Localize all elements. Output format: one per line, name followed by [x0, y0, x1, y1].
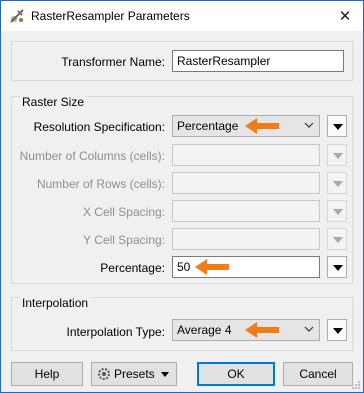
- ok-button[interactable]: OK: [197, 362, 275, 386]
- triangle-down-icon: [333, 328, 343, 334]
- triangle-down-icon: [333, 153, 343, 159]
- raster-size-group-title: Raster Size: [20, 95, 87, 109]
- interpolation-type-menu-button[interactable]: [327, 319, 347, 341]
- y-cell-spacing-input[interactable]: [172, 228, 320, 250]
- annotation-arrow-icon: [245, 322, 279, 338]
- x-cell-spacing-input[interactable]: [172, 200, 320, 222]
- gear-icon: [98, 368, 110, 380]
- presets-button[interactable]: Presets: [91, 362, 177, 386]
- y-cell-spacing-menu-button[interactable]: [327, 228, 347, 250]
- presets-label: Presets: [114, 367, 155, 381]
- triangle-down-icon: [160, 371, 169, 377]
- percentage-label: Percentage:: [100, 261, 165, 275]
- transformer-name-label: Transformer Name:: [61, 55, 165, 69]
- resolution-specification-value: Percentage: [177, 119, 239, 133]
- dialog-window: RasterResampler Parameters ✕ Transformer…: [0, 0, 364, 393]
- interpolation-type-label: Interpolation Type:: [66, 325, 165, 339]
- x-cell-spacing-menu-button[interactable]: [327, 200, 347, 222]
- annotation-arrow-icon: [195, 259, 229, 275]
- annotation-arrow-icon: [245, 118, 279, 134]
- resize-grip-icon[interactable]: [351, 380, 361, 390]
- close-icon: ✕: [338, 8, 352, 25]
- triangle-down-icon: [333, 237, 343, 243]
- triangle-down-icon: [333, 209, 343, 215]
- triangle-down-icon: [333, 124, 343, 130]
- triangle-down-icon: [333, 181, 343, 187]
- resolution-specification-label: Resolution Specification:: [33, 120, 165, 134]
- window-title: RasterResampler Parameters: [31, 9, 190, 23]
- interpolation-group-title: Interpolation: [20, 296, 91, 310]
- x-cell-spacing-label: X Cell Spacing:: [82, 205, 165, 219]
- transformer-name-input[interactable]: RasterResampler: [172, 50, 344, 72]
- rows-input[interactable]: [172, 172, 320, 194]
- columns-menu-button[interactable]: [327, 144, 347, 166]
- columns-label: Number of Columns (cells):: [19, 149, 165, 163]
- rows-label: Number of Rows (cells):: [36, 177, 165, 191]
- rows-menu-button[interactable]: [327, 172, 347, 194]
- interpolation-type-value: Average 4: [177, 323, 232, 337]
- fme-transformer-icon: [10, 9, 24, 23]
- help-button[interactable]: Help: [11, 362, 83, 386]
- title-bar: RasterResampler Parameters ✕: [1, 1, 363, 31]
- chevron-down-icon: [304, 326, 314, 332]
- percentage-menu-button[interactable]: [327, 256, 347, 278]
- y-cell-spacing-label: Y Cell Spacing:: [83, 233, 165, 247]
- triangle-down-icon: [333, 265, 343, 271]
- chevron-down-icon: [304, 122, 314, 128]
- cancel-button[interactable]: Cancel: [283, 362, 353, 386]
- close-button[interactable]: ✕: [327, 1, 363, 31]
- resolution-specification-menu-button[interactable]: [327, 115, 347, 137]
- columns-input[interactable]: [172, 144, 320, 166]
